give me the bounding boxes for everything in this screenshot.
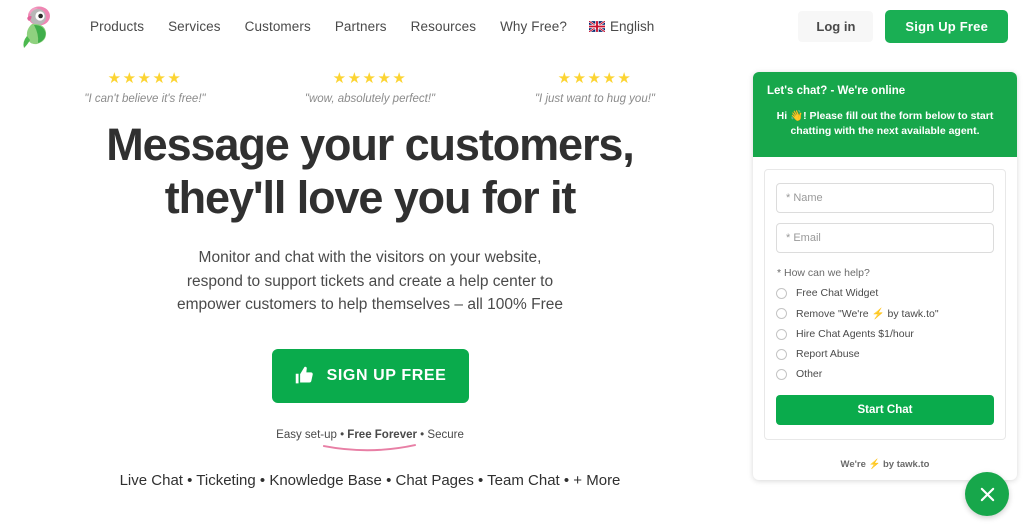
email-input[interactable] bbox=[776, 223, 994, 254]
site-header: Products Services Customers Partners Res… bbox=[0, 0, 1024, 53]
radio-option-report-abuse[interactable]: Report Abuse bbox=[776, 348, 994, 360]
radio-button-icon[interactable] bbox=[776, 287, 787, 299]
hero-section: ★★★★★ "I can't believe it's free!" ★★★★★… bbox=[0, 53, 740, 489]
fineprint-text: Easy set-up • Free Forever • Secure bbox=[276, 428, 464, 451]
uk-flag-icon bbox=[589, 21, 606, 32]
subheading-line-2: respond to support tickets and create a … bbox=[186, 272, 554, 290]
radio-option-hire-chat-agents[interactable]: Hire Chat Agents $1/hour bbox=[776, 328, 994, 340]
start-chat-button[interactable]: Start Chat bbox=[776, 395, 994, 426]
testimonial-quote: "I can't believe it's free!" bbox=[84, 93, 206, 105]
radio-option-label: Report Abuse bbox=[796, 348, 860, 361]
testimonials-row: ★★★★★ "I can't believe it's free!" ★★★★★… bbox=[0, 53, 740, 105]
nav-item-resources[interactable]: Resources bbox=[399, 13, 488, 40]
nav-item-partners[interactable]: Partners bbox=[323, 13, 399, 40]
nav-item-services[interactable]: Services bbox=[156, 13, 233, 40]
signup-free-button-header[interactable]: Sign Up Free bbox=[885, 10, 1008, 43]
fineprint-highlight: Free Forever bbox=[347, 428, 417, 441]
nav-item-customers[interactable]: Customers bbox=[233, 13, 323, 40]
chat-greeting-message: Hi 👋! Please fill out the form below to … bbox=[776, 110, 994, 138]
radio-option-remove-branding[interactable]: Remove "We're ⚡ by tawk.to" bbox=[776, 307, 994, 320]
radio-button-icon[interactable] bbox=[776, 308, 787, 320]
page-title: Message your customers, they'll love you… bbox=[0, 122, 740, 220]
language-label: English bbox=[610, 19, 655, 34]
testimonial-2: ★★★★★ "wow, absolutely perfect!" bbox=[278, 71, 463, 105]
prechat-form: * How can we help? Free Chat Widget Remo… bbox=[764, 169, 1006, 441]
star-rating-icon: ★★★★★ bbox=[332, 70, 408, 87]
radio-option-label: Remove "We're ⚡ by tawk.to" bbox=[796, 308, 939, 321]
subheading-line-1: Monitor and chat with the visitors on yo… bbox=[198, 249, 542, 266]
fineprint-post: • Secure bbox=[416, 428, 464, 441]
hero-cta-row: SIGN UP FREE bbox=[0, 348, 740, 403]
hero-subheading: Monitor and chat with the visitors on yo… bbox=[0, 246, 740, 317]
help-question-label: * How can we help? bbox=[777, 267, 870, 280]
header-actions: Log in Sign Up Free bbox=[798, 0, 1008, 53]
testimonial-quote: "wow, absolutely perfect!" bbox=[304, 93, 436, 105]
headline-line-2: they'll love you for it bbox=[164, 172, 577, 223]
radio-button-icon[interactable] bbox=[776, 368, 787, 380]
star-rating-icon: ★★★★★ bbox=[557, 70, 633, 87]
close-icon bbox=[980, 487, 994, 501]
sign-up-free-button[interactable]: SIGN UP FREE bbox=[271, 348, 469, 403]
underline-swoosh-icon bbox=[322, 443, 417, 451]
features-list: Live Chat • Ticketing • Knowledge Base •… bbox=[119, 471, 621, 489]
nav-item-why-free[interactable]: Why Free? bbox=[488, 13, 579, 40]
subheading-line-3: empower customers to help themselves – a… bbox=[177, 296, 563, 314]
fineprint-row: Easy set-up • Free Forever • Secure bbox=[0, 425, 740, 451]
fineprint-pre: Easy set-up • bbox=[276, 428, 348, 441]
testimonial-quote: "I just want to hug you!" bbox=[534, 93, 656, 105]
login-button[interactable]: Log in bbox=[798, 11, 874, 42]
headline-line-1: Message your customers, bbox=[106, 119, 635, 170]
name-input[interactable] bbox=[776, 183, 994, 214]
radio-button-icon[interactable] bbox=[776, 328, 787, 340]
radio-option-label: Other bbox=[796, 368, 823, 381]
radio-option-label: Hire Chat Agents $1/hour bbox=[796, 328, 914, 341]
nav-item-products[interactable]: Products bbox=[78, 13, 156, 40]
thumbs-up-icon bbox=[295, 366, 313, 384]
language-selector[interactable]: English bbox=[579, 13, 664, 40]
parrot-logo-icon[interactable] bbox=[8, 0, 66, 53]
radio-option-free-chat-widget[interactable]: Free Chat Widget bbox=[776, 287, 994, 299]
landing-page: Products Services Customers Partners Res… bbox=[0, 0, 1024, 525]
chat-widget-title: Let's chat? - We're online bbox=[767, 85, 906, 97]
testimonial-3: ★★★★★ "I just want to hug you!" bbox=[503, 71, 688, 105]
radio-option-other[interactable]: Other bbox=[776, 368, 994, 380]
chat-widget-header: Let's chat? - We're online Hi 👋! Please … bbox=[753, 72, 1017, 158]
star-rating-icon: ★★★★★ bbox=[107, 70, 183, 87]
chat-widget: Let's chat? - We're online Hi 👋! Please … bbox=[753, 72, 1017, 481]
chat-widget-body: * How can we help? Free Chat Widget Remo… bbox=[753, 157, 1017, 451]
close-chat-button[interactable] bbox=[965, 472, 1009, 516]
sign-up-free-label: SIGN UP FREE bbox=[326, 366, 447, 384]
main-nav: Products Services Customers Partners Res… bbox=[78, 13, 664, 40]
radio-button-icon[interactable] bbox=[776, 348, 787, 360]
testimonial-1: ★★★★★ "I can't believe it's free!" bbox=[53, 71, 238, 105]
radio-option-label: Free Chat Widget bbox=[796, 287, 879, 300]
